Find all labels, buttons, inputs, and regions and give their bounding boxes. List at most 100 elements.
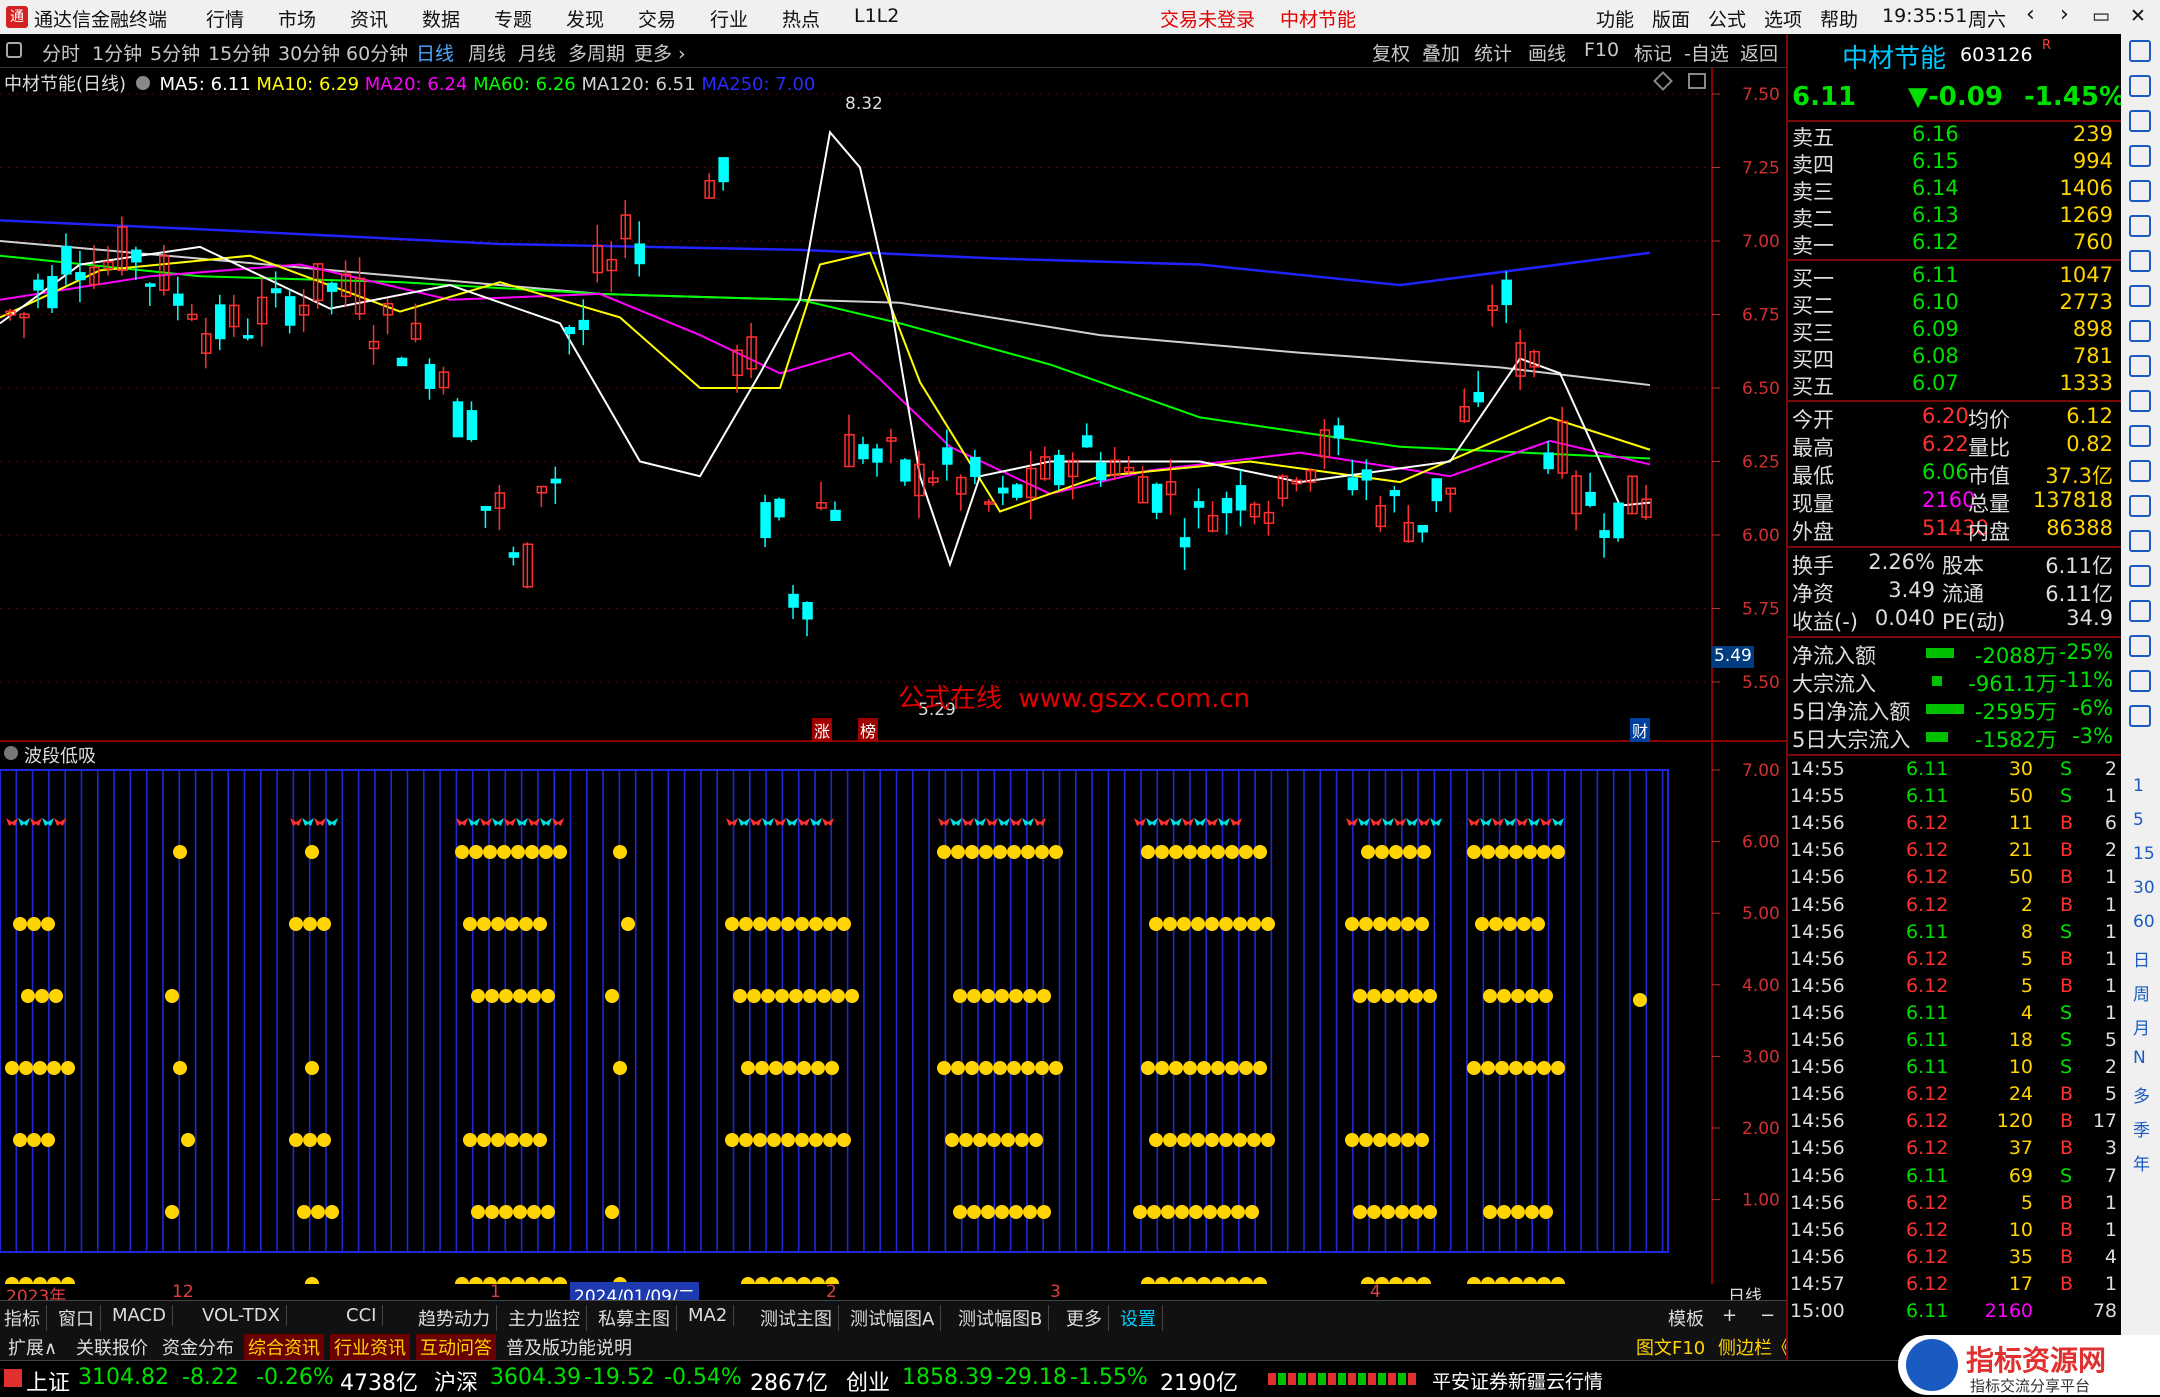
collapse-icon[interactable] (4, 746, 18, 760)
side-period-7[interactable]: 月 (2133, 1014, 2150, 1039)
period-tab-multi[interactable]: 多周期 (568, 39, 625, 66)
info-tab-6[interactable]: 普及版功能说明 (502, 1334, 636, 1360)
info-tab-5[interactable]: 互动问答 (416, 1334, 496, 1360)
indicator-tab-0[interactable]: 指标 (4, 1305, 47, 1331)
indicator-tab-5[interactable]: 趋势动力 (418, 1305, 497, 1331)
search-icon[interactable] (2129, 565, 2151, 587)
forward-icon[interactable]: › (2060, 2, 2069, 27)
period-tab-5min[interactable]: 5分钟 (150, 39, 200, 66)
btn-watchlist[interactable]: -自选 (1684, 39, 1729, 66)
limit-up-marker[interactable]: 涨 (812, 718, 833, 742)
menu-item-market[interactable]: 行情 (206, 5, 244, 32)
btn-stats[interactable]: 统计 (1474, 39, 1512, 66)
news-icon[interactable] (2129, 285, 2151, 307)
back-icon[interactable]: ‹ (2026, 2, 2035, 27)
side-period-3[interactable]: 30 (2133, 878, 2155, 898)
index1-name[interactable]: 上证 (26, 1365, 70, 1397)
info-tab-2[interactable]: 资金分布 (158, 1334, 238, 1360)
indicator-tab-6[interactable]: 主力监控 (508, 1305, 587, 1331)
candle-icon[interactable] (2129, 250, 2151, 272)
f10b-icon[interactable] (2129, 390, 2151, 412)
f5b-icon[interactable] (2129, 670, 2151, 692)
login-status[interactable]: 交易未登录 (1160, 5, 1255, 32)
toolbar-menu-icon[interactable] (6, 42, 22, 58)
f10-info-tab[interactable]: 图文F10 (1636, 1334, 1705, 1360)
btn-draw[interactable]: 画线 (1528, 39, 1566, 66)
down-arrow-icon[interactable] (2129, 110, 2151, 132)
finance-marker[interactable]: 财 (1630, 718, 1651, 742)
menu-layout[interactable]: 版面 (1652, 5, 1690, 32)
indicator-chart[interactable]: 7.00 6.00 5.00 4.00 3.00 2.00 1.00 波段低吸 (0, 740, 1786, 1291)
side-period-10[interactable]: 季 (2133, 1116, 2150, 1141)
rank-marker[interactable]: 榜 (858, 718, 879, 742)
info-tab-3[interactable]: 综合资讯 (244, 1334, 324, 1360)
indicator-tab-2[interactable]: MACD (112, 1305, 173, 1326)
indicator-tab-8[interactable]: MA2 (688, 1305, 735, 1326)
menu-item-news[interactable]: 资讯 (350, 5, 388, 32)
restore-icon[interactable]: ▭ (2092, 5, 2110, 27)
index3-name[interactable]: 创业 (846, 1365, 890, 1397)
up-arrow-icon[interactable] (2129, 75, 2151, 97)
grid-icon[interactable] (2129, 355, 2151, 377)
menu-item-l1l2[interactable]: L1L2 (854, 5, 899, 27)
menu-item-discover[interactable]: 发现 (566, 5, 604, 32)
btn-back[interactable]: 返回 (1740, 39, 1778, 66)
rsi-icon[interactable] (2129, 530, 2151, 552)
info-tab-1[interactable]: 关联报价 (72, 1334, 152, 1360)
side-period-5[interactable]: 日 (2133, 946, 2150, 971)
indicator-tab-9[interactable]: 测试主图 (760, 1305, 839, 1331)
chart-icon[interactable] (2129, 215, 2151, 237)
left-arrow-icon[interactable] (2129, 40, 2151, 62)
period-tab-15min[interactable]: 15分钟 (208, 39, 270, 66)
f5-icon[interactable] (2129, 425, 2151, 447)
chart-window-icon[interactable] (1688, 73, 1706, 89)
list-icon[interactable] (2129, 145, 2151, 167)
menu-formula[interactable]: 公式 (1708, 5, 1746, 32)
menu-help[interactable]: 帮助 (1820, 5, 1858, 32)
app-icon[interactable] (2129, 705, 2151, 727)
index2-name[interactable]: 沪深 (434, 1365, 478, 1397)
close-icon[interactable]: ✕ (2130, 5, 2146, 27)
add-tab-button[interactable]: + (1722, 1305, 1737, 1326)
remove-tab-button[interactable]: − (1760, 1305, 1775, 1326)
menu-item-trade[interactable]: 交易 (638, 5, 676, 32)
menu-item-data[interactable]: 数据 (422, 5, 460, 32)
side-period-6[interactable]: 周 (2133, 980, 2150, 1005)
indicator-tab-10[interactable]: 测试幅图A (850, 1305, 942, 1331)
period-tab-60min[interactable]: 60分钟 (346, 39, 408, 66)
period-tab-more[interactable]: 更多 › (634, 39, 686, 66)
period-tab-daily[interactable]: 日线 (416, 39, 454, 66)
side-period-1[interactable]: 5 (2133, 810, 2144, 830)
f10-icon[interactable] (2129, 320, 2151, 342)
indicator-tab-1[interactable]: 窗口 (58, 1305, 101, 1331)
info-tab-4[interactable]: 行业资讯 (330, 1334, 410, 1360)
gauge-icon[interactable] (2129, 460, 2151, 482)
period-tab-1min[interactable]: 1分钟 (92, 39, 142, 66)
indicator-tab-11[interactable]: 测试幅图B (958, 1305, 1050, 1331)
indicator-tab-4[interactable]: CCI (346, 1305, 384, 1326)
ma-settings-icon[interactable] (135, 76, 150, 90)
side-period-8[interactable]: N (2133, 1048, 2146, 1068)
btn-f10[interactable]: F10 (1584, 39, 1619, 61)
template-button[interactable]: 模板 (1668, 1305, 1704, 1331)
table-icon[interactable] (2129, 180, 2151, 202)
period-tab-30min[interactable]: 30分钟 (278, 39, 340, 66)
menu-options[interactable]: 选项 (1764, 5, 1802, 32)
indicator-tab-3[interactable]: VOL-TDX (202, 1305, 287, 1326)
menu-function[interactable]: 功能 (1596, 5, 1634, 32)
menu-item-markets[interactable]: 市场 (278, 5, 316, 32)
rss-icon[interactable] (2129, 495, 2151, 517)
menu-item-hot[interactable]: 热点 (782, 5, 820, 32)
menu-item-industry[interactable]: 行业 (710, 5, 748, 32)
side-period-11[interactable]: 年 (2133, 1150, 2150, 1175)
side-period-9[interactable]: 多 (2133, 1082, 2150, 1107)
sidebar-toggle[interactable]: 侧边栏《 (1718, 1334, 1790, 1360)
btn-adjust[interactable]: 复权 (1372, 39, 1410, 66)
info-tab-0[interactable]: 扩展∧ (4, 1334, 61, 1360)
indicator-tab-13[interactable]: 设置 (1120, 1305, 1163, 1331)
side-period-4[interactable]: 60 (2133, 912, 2155, 932)
menu-item-topics[interactable]: 专题 (494, 5, 532, 32)
period-tab-weekly[interactable]: 周线 (468, 39, 506, 66)
move-icon[interactable] (2129, 600, 2151, 622)
btn-overlay[interactable]: 叠加 (1422, 39, 1460, 66)
